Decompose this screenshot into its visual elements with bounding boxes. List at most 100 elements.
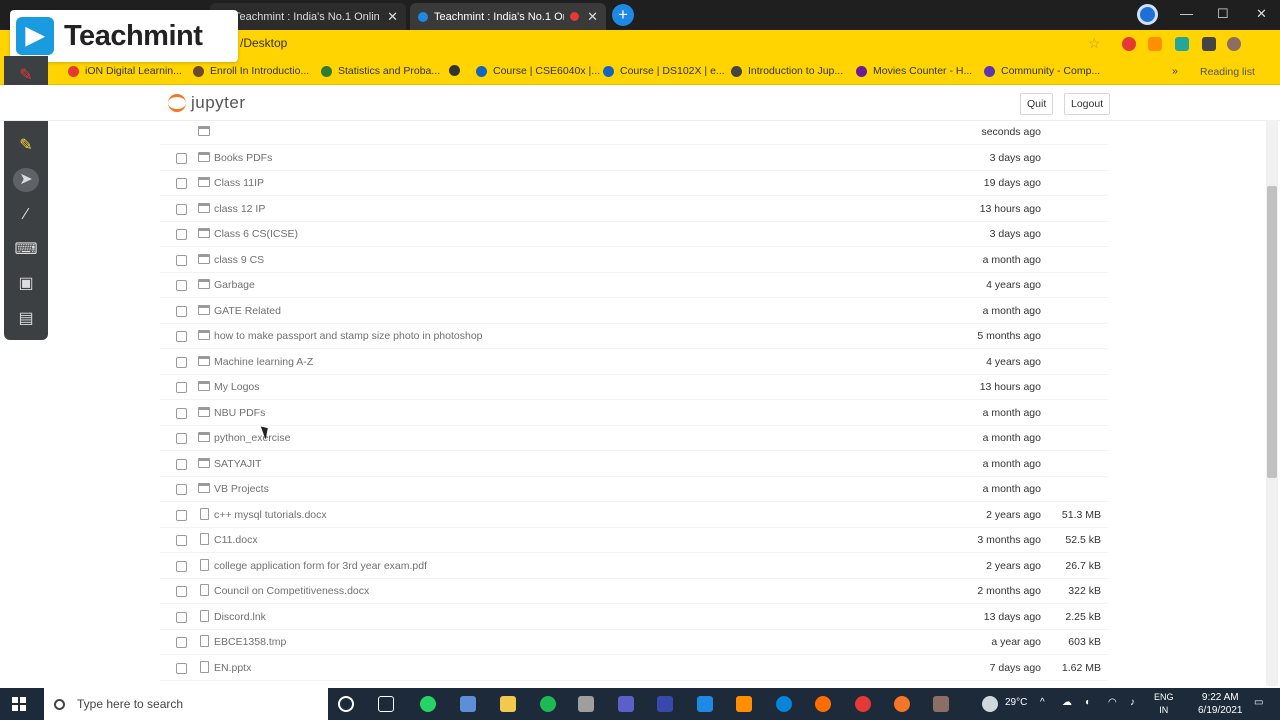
row-checkbox[interactable] [176,662,187,674]
ide-icon[interactable] [657,696,673,712]
row-checkbox[interactable] [176,433,187,444]
file-row[interactable]: NBU PDFs a month ago [160,401,1108,426]
browser-tab-1[interactable]: Teachmint : India's No.1 Online ✕ [210,3,406,30]
file-row[interactable]: Discord.lnk 13 days ago 2.25 kB [160,605,1108,630]
file-row[interactable]: Class 6 CS(ICSE) 3 days ago [160,222,1108,247]
highlighter-icon[interactable]: ✎ [11,134,41,158]
file-name[interactable]: class 9 CS [214,254,264,266]
cloud-icon[interactable]: ☁ [1062,697,1072,708]
file-name[interactable]: Council on Competitiveness.docx [214,585,369,597]
minimize-icon[interactable]: — [1180,6,1193,21]
file-name[interactable]: how to make passport and stamp size phot… [214,330,483,342]
pointer-icon[interactable]: ➤ [13,168,39,192]
app-icon[interactable] [933,696,949,712]
file-name[interactable]: SATYAJIT [214,458,261,470]
bookmark-item[interactable]: Community - Comp... [984,65,1100,77]
row-checkbox[interactable] [176,611,187,623]
file-row[interactable]: Books PDFs 3 days ago [160,146,1108,171]
taskbar-search-box[interactable]: Type here to search [44,688,328,720]
file-name[interactable]: Class 6 CS(ICSE) [214,228,298,240]
profile-icon[interactable] [1137,4,1158,25]
file-row[interactable]: My Logos 13 hours ago [160,375,1108,400]
row-checkbox[interactable] [176,458,187,470]
file-name[interactable]: Machine learning A-Z [214,356,313,368]
weather-temp[interactable]: 29°C [1005,697,1027,708]
url-field[interactable]: /Desktop [240,36,287,50]
file-row[interactable]: Machine learning A-Z 4 years ago [160,350,1108,375]
bookmark-item[interactable] [449,65,466,76]
file-row[interactable]: Garbage 4 years ago [160,273,1108,298]
row-checkbox[interactable] [176,229,187,240]
file-name[interactable]: college application form for 3rd year ex… [214,560,427,572]
file-row[interactable]: SATYAJIT a month ago [160,452,1108,477]
file-name[interactable]: EBCE1358.tmp [214,636,286,648]
file-row[interactable]: seconds ago [160,120,1108,145]
file-row[interactable]: Council on Competitiveness.docx 2 months … [160,579,1108,604]
whatsapp-icon[interactable] [420,696,436,712]
bookmark-item[interactable]: Movies Counter - H... [856,65,972,77]
file-row[interactable]: GATE Related a month ago [160,299,1108,324]
notifications-icon[interactable]: ▭ [1254,697,1263,708]
file-row[interactable]: how to make passport and stamp size phot… [160,324,1108,349]
file-row[interactable]: c++ mysql tutorials.docx 2 years ago 51.3 … [160,503,1108,528]
bookmark-item[interactable]: Course | CSE6040x |... [476,65,600,77]
firefox-icon[interactable] [815,696,831,712]
row-checkbox[interactable] [176,509,187,521]
laser-icon[interactable]: ⁄ [11,203,41,227]
quit-button[interactable]: Quit [1020,93,1054,115]
file-row[interactable]: EBCE1358.tmp a year ago 603 kB [160,630,1108,655]
windows-start-icon[interactable] [12,697,26,711]
jupyter-taskbar-icon[interactable] [894,696,910,712]
tray-app-icon[interactable]: ◐ [1085,697,1091,708]
extension-icon[interactable] [1122,37,1136,51]
row-checkbox[interactable] [176,331,187,342]
maximize-icon[interactable]: ☐ [1217,6,1229,22]
file-name[interactable]: c++ mysql tutorials.docx [214,509,327,521]
extension-icon[interactable] [1148,37,1162,51]
file-name[interactable]: Garbage [214,279,255,291]
bookmark-item[interactable]: Statistics and Proba... [321,65,440,77]
edge-icon[interactable] [776,696,792,712]
row-checkbox[interactable] [176,356,187,368]
bookmark-item[interactable]: Course | DS102X | e... [603,65,725,77]
file-explorer-icon[interactable] [500,696,516,712]
app-icon[interactable] [618,696,634,712]
task-view-icon[interactable] [378,696,394,712]
taskbar-clock[interactable]: 9:22 AM 6/19/2021 [1198,691,1243,717]
scrollbar-thumb[interactable] [1267,186,1277,478]
bookmark-star-icon[interactable]: ☆ [1088,35,1101,52]
file-name[interactable]: C11.docx [214,534,258,546]
store-icon[interactable] [578,696,594,712]
file-name[interactable]: NBU PDFs [214,407,265,419]
logout-button[interactable]: Logout [1064,93,1111,115]
close-icon[interactable]: ✕ [587,9,598,25]
file-name[interactable]: Discord.lnk [214,611,266,623]
file-name[interactable]: GATE Related [214,305,281,317]
extension-icon[interactable] [1175,37,1189,51]
app-icon[interactable] [460,696,476,712]
row-checkbox[interactable] [176,586,187,597]
row-checkbox[interactable] [176,382,187,393]
file-row[interactable]: VB Projects a month ago [160,477,1108,502]
row-checkbox[interactable] [176,637,187,648]
jupyter-logo[interactable]: jupyter [168,93,246,113]
row-checkbox[interactable] [176,203,187,215]
spotify-icon[interactable] [540,696,556,712]
file-name[interactable]: python_exercise [214,432,290,444]
new-tab-button[interactable]: + [612,4,634,26]
row-checkbox[interactable] [176,407,187,419]
row-checkbox[interactable] [176,280,187,291]
file-name[interactable]: Books PDFs [214,152,272,164]
vlc-icon[interactable] [736,696,752,712]
more-bookmarks-icon[interactable]: » [1172,65,1178,77]
row-checkbox[interactable] [176,152,187,164]
file-row[interactable]: EN.pptx 7 days ago 1.62 MB [160,656,1108,681]
file-row[interactable]: C11.docx 3 months ago 52.5 kB [160,528,1108,553]
cortana-icon[interactable] [338,696,354,712]
language-indicator[interactable]: ENG IN [1154,691,1174,717]
file-name[interactable]: EN.pptx [214,662,251,674]
bookmark-item[interactable]: iON Digital Learnin... [68,65,182,77]
file-name[interactable]: VB Projects [214,483,269,495]
file-name[interactable]: My Logos [214,381,260,393]
reading-list-button[interactable]: Reading list [1200,66,1255,78]
